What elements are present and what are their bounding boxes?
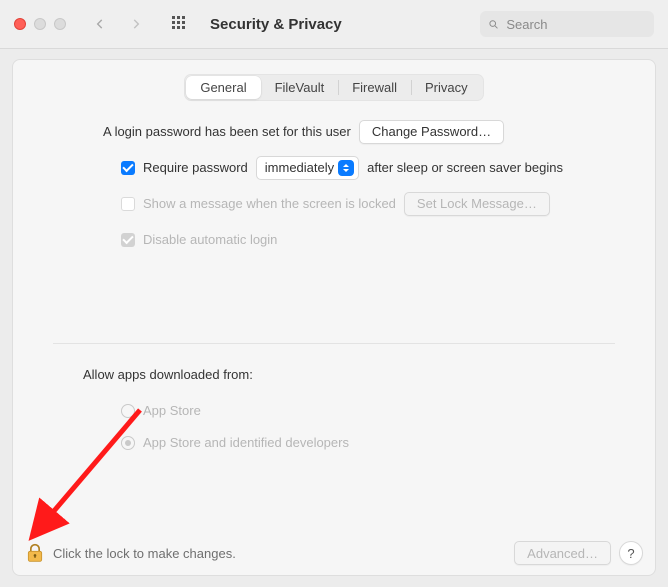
allow-apps-heading: Allow apps downloaded from: — [83, 365, 253, 386]
window-controls — [14, 18, 66, 30]
pane-footer: Click the lock to make changes. Advanced… — [13, 541, 655, 565]
allow-apps-radio-identified — [121, 436, 135, 450]
preferences-pane: General FileVault Firewall Privacy A log… — [12, 59, 656, 576]
require-password-checkbox[interactable] — [121, 161, 135, 175]
lock-icon — [25, 543, 45, 563]
close-window-button[interactable] — [14, 18, 26, 30]
tab-filevault[interactable]: FileVault — [261, 76, 339, 99]
lock-button[interactable] — [25, 543, 45, 563]
window-title: Security & Privacy — [210, 16, 342, 33]
require-password-delay-value: immediately — [265, 158, 334, 179]
login-password-row: A login password has been set for this u… — [43, 119, 625, 145]
show-message-row: Show a message when the screen is locked… — [43, 191, 625, 217]
login-password-text: A login password has been set for this u… — [103, 122, 351, 143]
titlebar: Security & Privacy — [0, 0, 668, 49]
tab-privacy[interactable]: Privacy — [411, 76, 482, 99]
change-password-button[interactable]: Change Password… — [359, 120, 504, 144]
search-field[interactable] — [480, 11, 654, 37]
minimize-window-button[interactable] — [34, 18, 46, 30]
set-lock-message-button: Set Lock Message… — [404, 192, 550, 216]
help-button[interactable]: ? — [619, 541, 643, 565]
show-message-checkbox — [121, 197, 135, 211]
require-password-label-before: Require password — [143, 158, 248, 179]
show-all-button[interactable] — [166, 10, 194, 38]
tab-firewall[interactable]: Firewall — [338, 76, 411, 99]
allow-apps-radio-appstore — [121, 404, 135, 418]
zoom-window-button[interactable] — [54, 18, 66, 30]
tab-general[interactable]: General — [186, 76, 260, 99]
allow-apps-option2-row: App Store and identified developers — [43, 430, 625, 456]
stepper-icon — [338, 160, 354, 176]
grid-icon — [172, 16, 188, 32]
disable-auto-login-label: Disable automatic login — [143, 230, 277, 251]
require-password-label-after: after sleep or screen saver begins — [367, 158, 563, 179]
allow-apps-heading-row: Allow apps downloaded from: — [43, 362, 625, 388]
back-button[interactable] — [86, 10, 114, 38]
allow-apps-option2-label: App Store and identified developers — [143, 433, 349, 454]
show-message-label: Show a message when the screen is locked — [143, 194, 396, 215]
lock-hint-text: Click the lock to make changes. — [53, 546, 236, 561]
allow-apps-option1-label: App Store — [143, 401, 201, 422]
chevron-left-icon — [93, 17, 107, 31]
require-password-delay-select[interactable]: immediately — [256, 156, 359, 180]
search-icon — [488, 18, 499, 31]
chevron-right-icon — [129, 17, 143, 31]
disable-auto-login-row: Disable automatic login — [43, 227, 625, 253]
section-divider — [53, 343, 615, 344]
disable-auto-login-checkbox — [121, 233, 135, 247]
advanced-button: Advanced… — [514, 541, 611, 565]
tab-bar: General FileVault Firewall Privacy — [13, 74, 655, 101]
search-input[interactable] — [504, 16, 646, 33]
forward-button[interactable] — [122, 10, 150, 38]
allow-apps-option1-row: App Store — [43, 398, 625, 424]
require-password-row: Require password immediately after sleep… — [43, 155, 625, 181]
